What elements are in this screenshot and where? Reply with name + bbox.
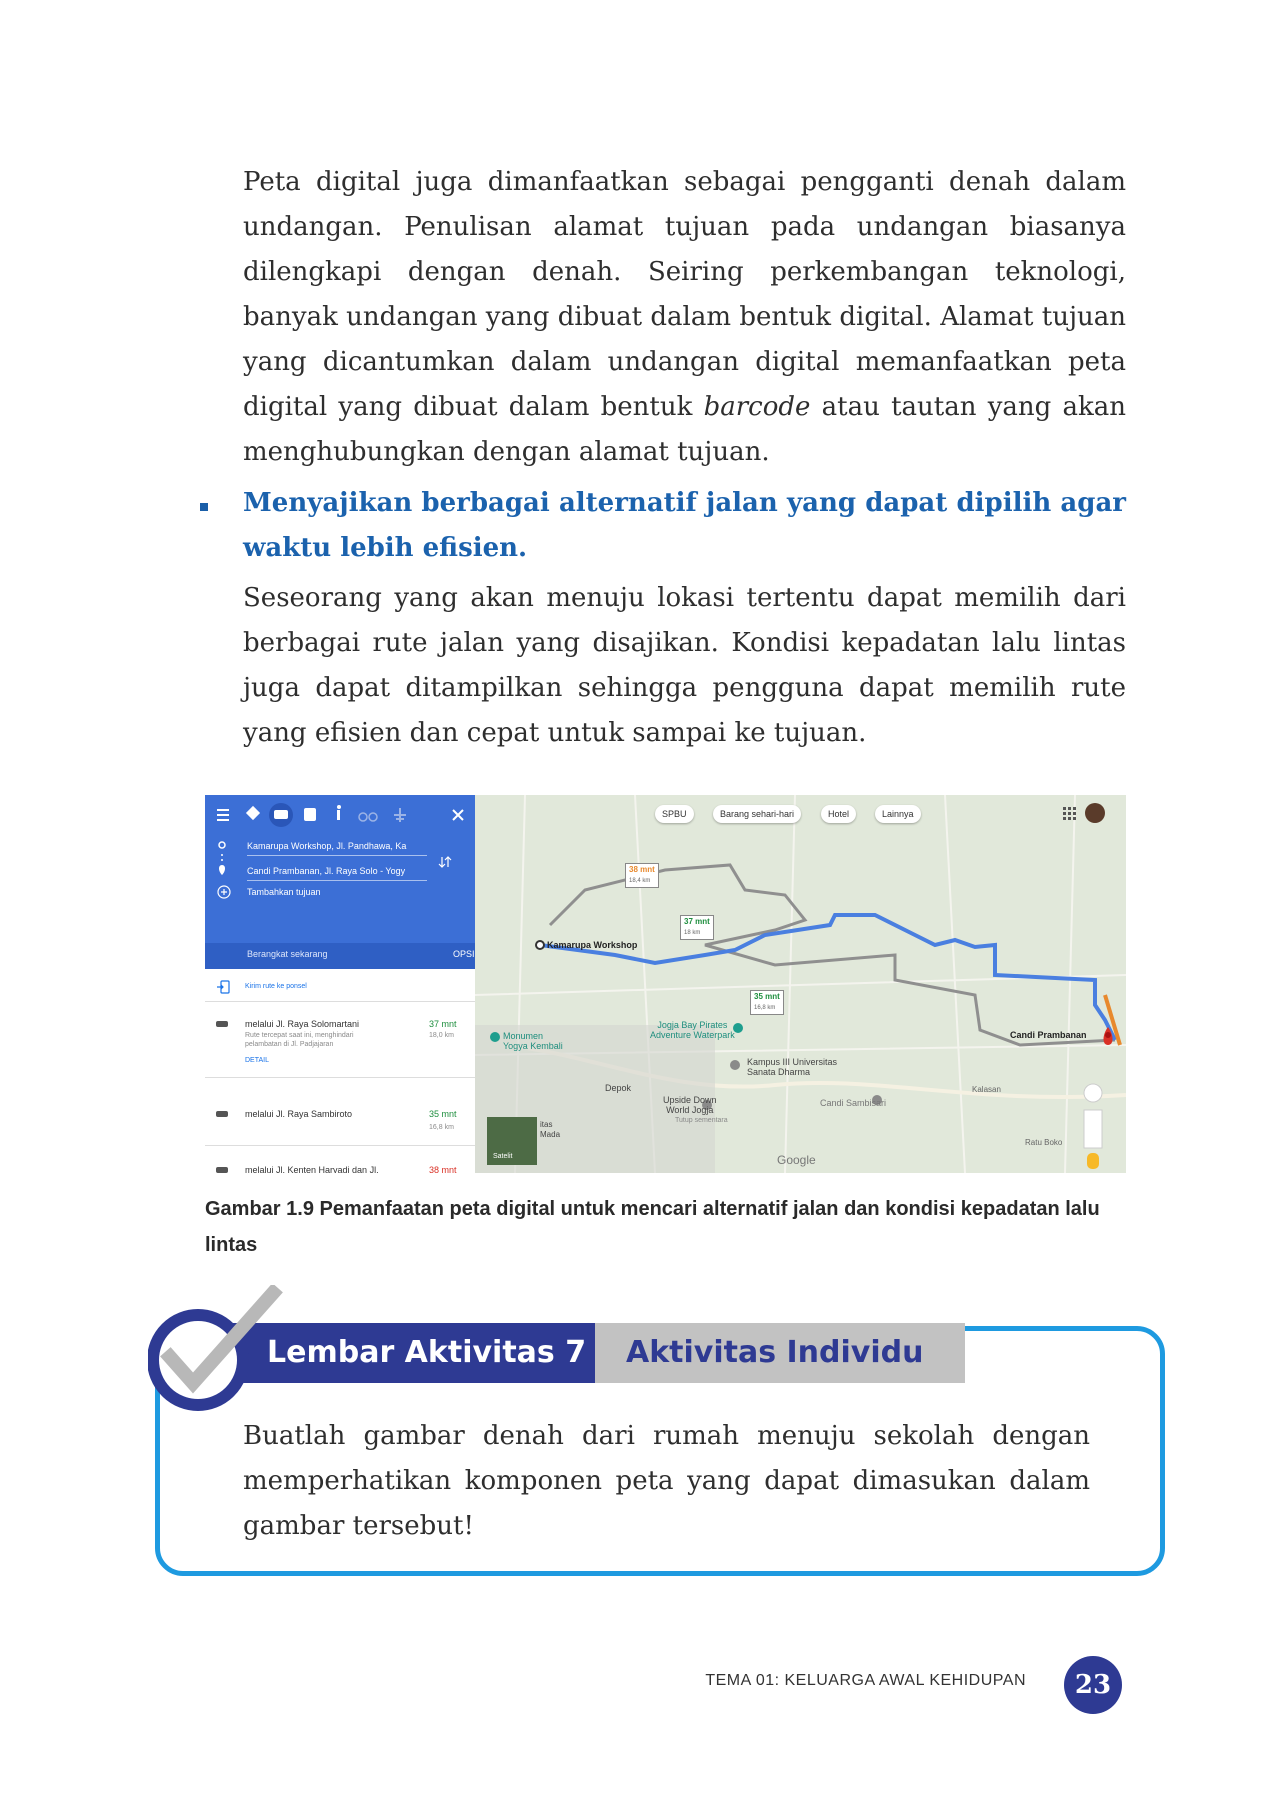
time-box-1: 38 mnt 18,4 km — [625, 863, 659, 888]
google-logo: Google — [777, 1153, 816, 1167]
activity-title: Lembar Aktivitas 7 — [267, 1335, 587, 1370]
time-box-3-time: 35 mnt — [754, 992, 780, 1001]
footer-theme: TEMA 01: KELUARGA AWAL KEHIDUPAN — [705, 1672, 1026, 1689]
figure-caption: Gambar 1.9 Pemanfaatan peta digital untu… — [205, 1198, 1100, 1256]
monumen-label: Monumen Yogya Kembali — [503, 1031, 563, 1051]
time-box-2-dist: 18 km — [684, 930, 701, 936]
satelit-label[interactable]: Satelit — [493, 1153, 512, 1160]
origin-field[interactable]: Kamarupa Workshop, Jl. Pandhawa, Ka — [247, 841, 406, 851]
add-destination-icon[interactable] — [217, 885, 231, 899]
route-3-time: 38 mnt — [429, 1165, 457, 1173]
route-dots-icon — [218, 841, 226, 875]
time-box-3-dist: 16,8 km — [754, 1005, 776, 1011]
route-1-detail[interactable]: DETAIL — [245, 1057, 269, 1064]
chip-spbu[interactable]: SPBU — [655, 805, 694, 823]
map-figure: Kamarupa Workshop, Jl. Pandhawa, Ka Cand… — [205, 795, 1126, 1173]
send-to-phone-icon[interactable] — [217, 980, 231, 994]
mada-label: itas Mada — [540, 1120, 561, 1139]
page-number: 23 — [1074, 1670, 1112, 1700]
kalasan-label: Kalasan — [972, 1085, 1001, 1094]
activity-text: Buatlah gambar denah dari rumah menuju s… — [243, 1421, 1090, 1541]
route-2-dist: 16,8 km — [429, 1124, 454, 1131]
paragraph-1-italic: barcode — [703, 392, 811, 422]
depart-select[interactable]: Berangkat sekarang — [247, 949, 328, 959]
route-2-via[interactable]: melalui Jl. Raya Sambiroto — [245, 1109, 352, 1119]
route-1-time: 37 mnt — [429, 1019, 457, 1029]
route-1-via[interactable]: melalui Jl. Raya Solomartani — [245, 1019, 359, 1029]
time-box-2-time: 37 mnt — [684, 917, 710, 926]
route-2-time: 35 mnt — [429, 1109, 457, 1119]
kampus-label: Kampus III Universitas Sanata Dharma — [747, 1057, 838, 1077]
body-paragraph-2: Seseorang yang akan menuju lokasi terten… — [243, 583, 1126, 748]
bullet-heading: Menyajikan berbagai alternatif jalan yan… — [243, 488, 1126, 563]
body-paragraph-1: Peta digital juga dimanfaatkan sebagai p… — [243, 160, 1126, 475]
route-1-note1: Rute tercepat saat ini, menghindari — [245, 1032, 354, 1039]
travel-mode-icons[interactable] — [205, 795, 475, 835]
route-1-note2: pelambatan di Jl. Padjajaran — [245, 1041, 334, 1048]
time-box-3: 35 mnt 16,8 km — [750, 990, 784, 1015]
paragraph-1-word: bentuk — [600, 392, 693, 422]
route-3-via[interactable]: melalui Jl. Kenten Haryadi dan Jl. — [245, 1165, 379, 1173]
origin-label: Kamarupa Workshop — [547, 940, 638, 950]
chip-hotel[interactable]: Hotel — [821, 805, 857, 823]
car-icon — [216, 1021, 228, 1027]
depok-label: Depok — [605, 1083, 632, 1093]
directions-panel: Kamarupa Workshop, Jl. Pandhawa, Ka Cand… — [205, 795, 475, 1173]
paragraph-1-text: Peta digital juga dimanfaatkan sebagai p… — [243, 167, 1126, 422]
map-view[interactable]: SPBU Barang sehari-hari Hotel Lainnya Ka… — [475, 795, 1126, 1173]
jogja-bay-label: Jogja Bay Pirates Adventure Waterpark — [650, 1020, 735, 1040]
ratu-boko-label: Ratu Boko — [1025, 1138, 1063, 1147]
bullet-square-icon — [200, 503, 208, 511]
tutup-label: Tutup sementara — [675, 1117, 728, 1124]
options-button[interactable]: OPSI — [453, 949, 475, 959]
chip-barang[interactable]: Barang sehari-hari — [713, 805, 802, 823]
send-to-phone-link[interactable]: Kirim rute ke ponsel — [245, 983, 307, 990]
add-destination-button[interactable]: Tambahkan tujuan — [247, 887, 321, 897]
destination-field[interactable]: Candi Prambanan, Jl. Raya Solo - Yogy — [247, 866, 405, 876]
sambisari-label: Candi Sambisari — [820, 1098, 887, 1108]
route-1-dist: 18,0 km — [429, 1032, 454, 1039]
directions-header: Kamarupa Workshop, Jl. Pandhawa, Ka Cand… — [205, 795, 475, 969]
destination-label: Candi Prambanan — [1010, 1030, 1087, 1040]
upside-label: Upside Down World Jogja — [663, 1095, 717, 1115]
chip-lainnya[interactable]: Lainnya — [875, 805, 921, 823]
time-box-1-dist: 18,4 km — [629, 878, 651, 884]
car-icon — [216, 1167, 228, 1173]
time-box-2: 37 mnt 18 km — [680, 915, 714, 940]
time-box-1-time: 38 mnt — [629, 865, 655, 874]
car-icon — [216, 1111, 228, 1117]
map-roads — [475, 795, 1126, 1173]
swap-icon[interactable] — [438, 855, 452, 869]
activity-type: Aktivitas Individu — [626, 1335, 924, 1370]
